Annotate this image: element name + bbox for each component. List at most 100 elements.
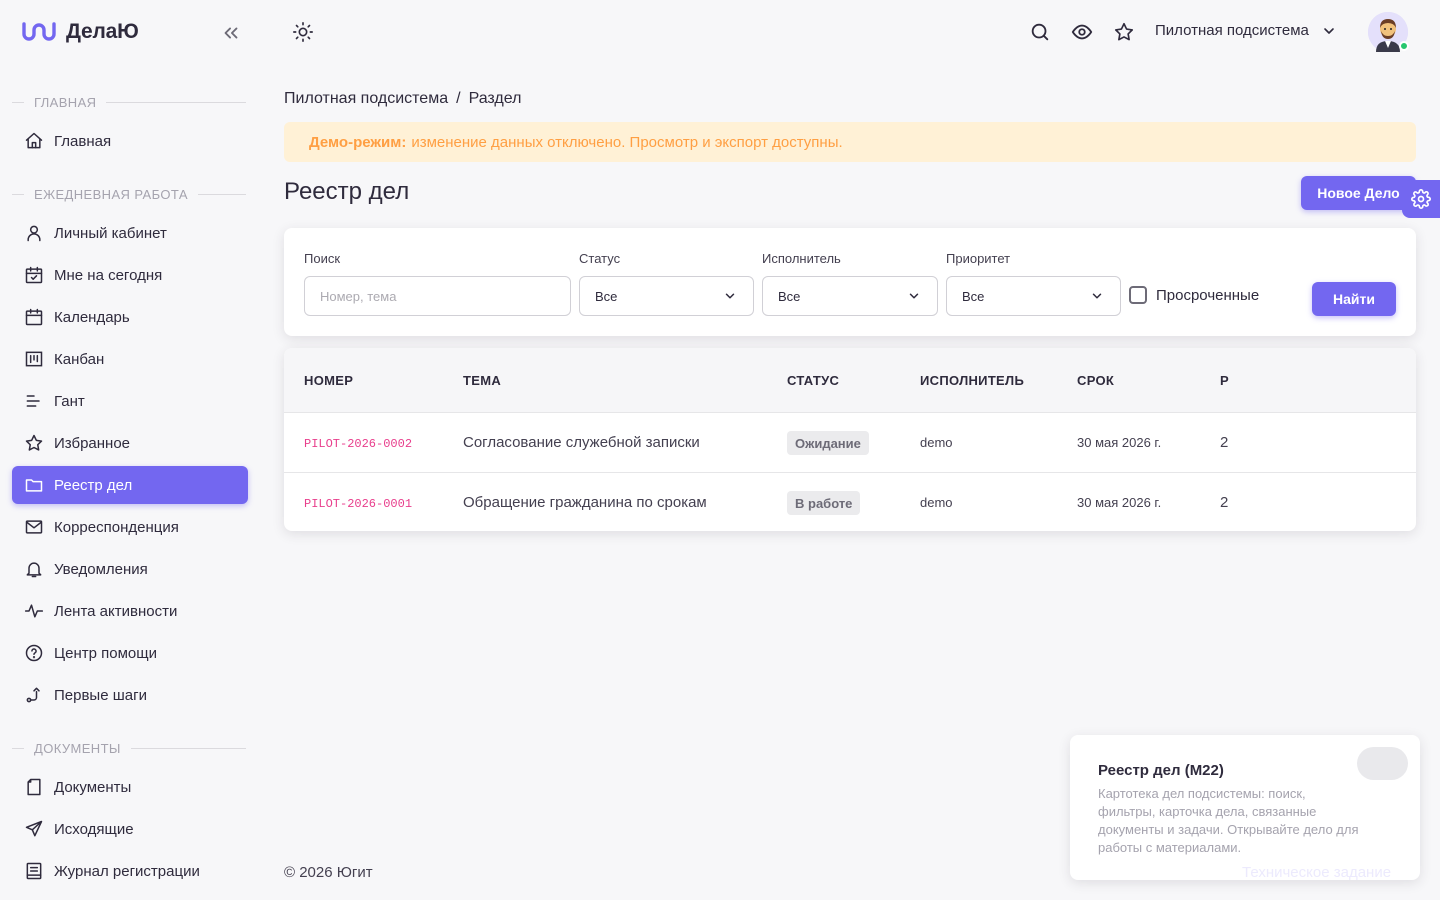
sidebar-item-label: Реестр дел [54,476,133,494]
mail-icon [24,517,44,537]
sidebar-item-case-registry[interactable]: Реестр дел [12,466,248,504]
status-badge: В работе [787,491,861,515]
sidebar-item-help[interactable]: Центр помощи [12,634,248,672]
assignee-select[interactable]: Все [762,276,938,316]
new-case-button[interactable]: Новое Дело [1301,176,1416,210]
sidebar-item-correspondence[interactable]: Корреспонденция [12,508,248,546]
gantt-icon [24,391,44,411]
online-status-indicator [1399,41,1409,51]
column-header-due[interactable]: СРОК [1077,373,1114,388]
priority-label: Приоритет [946,251,1011,266]
collapse-sidebar-button[interactable] [220,22,242,44]
case-assignee: demo [920,435,953,450]
column-header-subject[interactable]: ТЕМА [463,373,501,388]
case-priority: 2 [1220,434,1229,451]
info-card-title: Реестр дел (М22) [1098,762,1224,779]
chevrons-left-icon [224,27,238,39]
table-row[interactable]: PILOT-2026-0002 Согласование служебной з… [284,412,1416,472]
sidebar-item-label: Журнал регистрации [54,862,200,880]
sidebar-item-label: Лента активности [54,602,178,620]
brand-name: ДелаЮ [66,20,139,43]
sidebar-item-label: Канбан [54,350,105,368]
sidebar-item-label: Избранное [54,434,131,452]
file-icon [24,777,44,797]
assignee-select-value: Все [778,288,801,304]
column-header-priority[interactable]: Р [1220,373,1229,388]
info-card-text: Картотека дел подсистемы: поиск, фильтры… [1098,786,1359,855]
sidebar-item-profile[interactable]: Личный кабинет [12,214,248,252]
subsystem-name: Пилотная подсистема [1155,22,1309,39]
sidebar-item-kanban[interactable]: Канбан [12,340,248,378]
folder-icon [24,475,44,495]
sidebar-item-first-steps[interactable]: Первые шаги [12,676,248,714]
info-card-toggle[interactable] [1357,747,1408,780]
case-due-date: 30 мая 2026 г. [1077,435,1162,450]
search-input[interactable] [304,276,571,316]
sidebar-item-activity[interactable]: Лента активности [12,592,248,630]
status-select[interactable]: Все [579,276,754,316]
sun-icon [293,22,313,42]
sidebar-item-notifications[interactable]: Уведомления [12,550,248,588]
favorites-button[interactable] [1113,21,1135,43]
case-number[interactable]: PILOT-2026-0001 [304,497,412,511]
subsystem-selector[interactable]: Пилотная подсистема [1155,22,1337,39]
filters-card: Поиск Статус Все Исполнитель Все Приорит… [284,228,1416,336]
sidebar-item-registration-journal[interactable]: Журнал регистрации [12,852,248,890]
customizer-button[interactable] [1402,180,1440,218]
chevron-down-icon [909,293,919,299]
breadcrumb-parent[interactable]: Пилотная подсистема [284,90,448,108]
column-header-assignee[interactable]: ИСПОЛНИТЕЛЬ [920,373,1024,388]
eye-icon [1071,24,1093,40]
chevron-down-icon [1324,27,1334,34]
demo-alert-text: изменение данных отключено. Просмотр и э… [411,133,843,151]
find-button[interactable]: Найти [1312,282,1396,316]
demo-alert-title: Демо-режим: [309,133,407,151]
gear-icon [1411,189,1431,209]
case-number[interactable]: PILOT-2026-0002 [304,437,412,451]
demo-mode-alert: Демо-режим: изменение данных отключено. … [284,122,1416,162]
sidebar-item-label: Мне на сегодня [54,266,163,284]
case-due-date: 30 мая 2026 г. [1077,495,1162,510]
sidebar-item-favorites[interactable]: Избранное [12,424,248,462]
sidebar-item-label: Центр помощи [54,644,157,662]
case-subject: Согласование служебной записки [463,434,700,451]
sidebar-item-calendar[interactable]: Календарь [12,298,248,336]
sidebar-item-label: Исходящие [54,820,134,838]
priority-select[interactable]: Все [946,276,1121,316]
sidebar-item-home[interactable]: Главная [12,122,248,160]
theme-toggle-button[interactable] [292,21,314,43]
cases-table: НОМЕР ТЕМА СТАТУС ИСПОЛНИТЕЛЬ СРОК Р PIL… [284,348,1416,531]
sidebar-item-documents[interactable]: Документы [12,768,248,806]
sidebar-section-daily: ЕЖЕДНЕВНАЯ РАБОТА [12,187,246,202]
activity-icon [24,601,44,621]
case-priority: 2 [1220,494,1229,511]
table-row[interactable]: PILOT-2026-0001 Обращение гражданина по … [284,472,1416,531]
column-header-status[interactable]: СТАТУС [787,373,839,388]
sidebar-item-label: Уведомления [54,560,148,578]
sidebar-item-today[interactable]: Мне на сегодня [12,256,248,294]
sidebar: ДелаЮ ГЛАВНАЯ Главная ЕЖЕДНЕВНАЯ РАБОТА … [0,0,260,900]
sidebar-item-label: Первые шаги [54,686,147,704]
footer-copyright: © 2026 Югит [284,864,373,881]
column-header-number[interactable]: НОМЕР [304,373,353,388]
overdue-checkbox-box[interactable] [1129,286,1147,304]
case-subject: Обращение гражданина по срокам [463,494,707,511]
user-icon [24,223,44,243]
page-title: Реестр дел [284,178,410,205]
technical-spec-link[interactable]: Техническое задание [1242,864,1391,881]
sidebar-item-gantt[interactable]: Гант [12,382,248,420]
sidebar-section-main: ГЛАВНАЯ [12,95,246,110]
sidebar-item-outgoing[interactable]: Исходящие [12,810,248,848]
avatar[interactable] [1368,12,1409,52]
breadcrumb-current: Раздел [468,90,522,107]
overdue-checkbox[interactable]: Просроченные [1129,286,1259,304]
sidebar-item-label: Личный кабинет [54,224,167,242]
search-label: Поиск [304,251,341,266]
search-button[interactable] [1029,21,1051,43]
brand-logo-icon [22,20,58,44]
brand[interactable]: ДелаЮ [22,18,139,46]
help-icon [24,643,44,663]
bell-icon [24,559,44,579]
view-button[interactable] [1071,21,1093,43]
sidebar-item-label: Календарь [54,308,130,326]
